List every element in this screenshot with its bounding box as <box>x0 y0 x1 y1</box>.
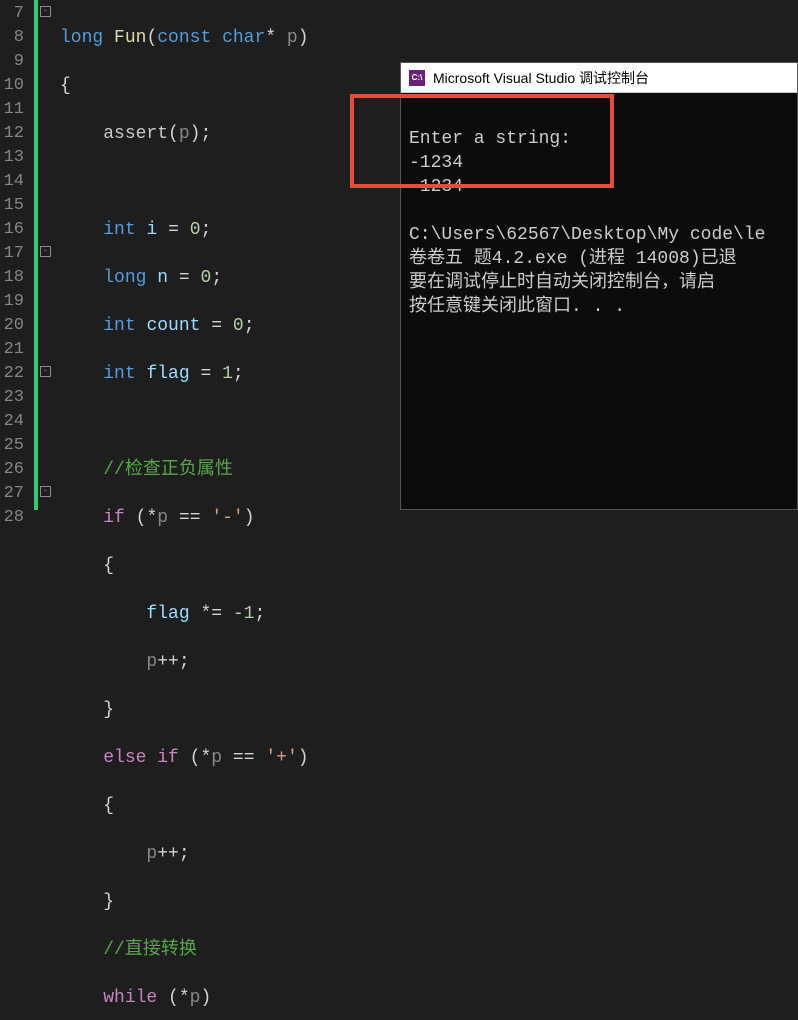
eqeq-op: == <box>179 508 201 528</box>
inc-op: ++; <box>157 844 189 864</box>
change-indicator-bar <box>34 0 38 510</box>
console-line: 卷卷五 题4.2.exe (进程 14008)已退 <box>409 249 737 269</box>
line-number: 13 <box>0 146 24 170</box>
line-number: 17 <box>0 242 24 266</box>
line-number: 24 <box>0 410 24 434</box>
int-keyword: int <box>103 364 135 384</box>
int-keyword: int <box>103 220 135 240</box>
line-number: 15 <box>0 194 24 218</box>
line-number: 20 <box>0 314 24 338</box>
open-brace: { <box>103 796 114 816</box>
line-number: 22 <box>0 362 24 386</box>
console-line: C:\Users\62567\Desktop\My code\le <box>409 225 765 245</box>
line-number: 21 <box>0 338 24 362</box>
line-number: 16 <box>0 218 24 242</box>
inc-op: ++; <box>157 652 189 672</box>
assign-op: = <box>211 316 222 336</box>
eqeq-op: == <box>233 748 255 768</box>
close-brace: } <box>103 700 114 720</box>
console-title: Microsoft Visual Studio 调试控制台 <box>433 68 649 88</box>
num-literal: 1 <box>222 364 233 384</box>
char-keyword: char <box>222 28 265 48</box>
var-p: p <box>211 748 222 768</box>
open-brace: { <box>103 556 114 576</box>
num-literal: -1 <box>233 604 255 624</box>
comment: //直接转换 <box>103 940 197 960</box>
var-n: n <box>157 268 168 288</box>
long-keyword: long <box>103 268 146 288</box>
star-op: * <box>265 28 276 48</box>
deref-op: * <box>179 988 190 1008</box>
int-keyword: int <box>103 316 135 336</box>
fold-toggle[interactable]: - <box>40 6 51 17</box>
line-number: 9 <box>0 50 24 74</box>
line-number: 12 <box>0 122 24 146</box>
debug-console-window[interactable]: C:\ Microsoft Visual Studio 调试控制台 Enter … <box>400 62 798 510</box>
line-number: 26 <box>0 458 24 482</box>
var-p: p <box>146 652 157 672</box>
var-flag: flag <box>146 364 189 384</box>
line-number: 10 <box>0 74 24 98</box>
line-number: 18 <box>0 266 24 290</box>
var-p: p <box>190 988 201 1008</box>
function-name: Fun <box>114 28 146 48</box>
code-editor[interactable]: long Fun(const char* p) { assert(p); int… <box>60 2 309 1020</box>
open-brace: { <box>60 76 71 96</box>
console-line: 按任意键关闭此窗口. . . <box>409 297 625 317</box>
num-literal: 0 <box>201 268 212 288</box>
line-number: 19 <box>0 290 24 314</box>
var-count: count <box>146 316 200 336</box>
if-keyword: if <box>157 748 179 768</box>
const-keyword: const <box>157 28 211 48</box>
var-p: p <box>146 844 157 864</box>
line-number: 14 <box>0 170 24 194</box>
line-number: 27 <box>0 482 24 506</box>
fold-column: - - - - <box>40 0 58 510</box>
line-number-gutter: 7891011121314151617181920212223242526272… <box>0 0 30 510</box>
line-number: 11 <box>0 98 24 122</box>
assert-call: assert <box>103 124 168 144</box>
char-literal: '-' <box>211 508 243 528</box>
muleq-op: *= <box>200 604 222 624</box>
while-keyword: while <box>103 988 157 1008</box>
console-titlebar[interactable]: C:\ Microsoft Visual Studio 调试控制台 <box>401 63 797 93</box>
num-literal: 0 <box>233 316 244 336</box>
line-number: 23 <box>0 386 24 410</box>
close-brace: } <box>103 892 114 912</box>
type-keyword: long <box>60 28 103 48</box>
else-keyword: else <box>103 748 146 768</box>
fold-toggle[interactable]: - <box>40 246 51 257</box>
var-p: p <box>157 508 168 528</box>
deref-op: * <box>200 748 211 768</box>
var-i: i <box>146 220 157 240</box>
console-line: -1234 <box>409 177 463 197</box>
line-number: 8 <box>0 26 24 50</box>
var-p: p <box>179 124 190 144</box>
fold-toggle[interactable]: - <box>40 486 51 497</box>
num-literal: 0 <box>190 220 201 240</box>
assign-op: = <box>200 364 211 384</box>
vs-icon: C:\ <box>409 70 425 86</box>
comment: //检查正负属性 <box>103 460 233 480</box>
line-number: 7 <box>0 2 24 26</box>
assign-op: = <box>168 220 179 240</box>
console-line: 要在调试停止时自动关闭控制台，请启 <box>409 273 715 293</box>
deref-op: * <box>146 508 157 528</box>
line-number: 25 <box>0 434 24 458</box>
fold-toggle[interactable]: - <box>40 366 51 377</box>
var-flag: flag <box>146 604 189 624</box>
console-line: Enter a string: <box>409 129 571 149</box>
param-p: p <box>287 28 298 48</box>
assign-op: = <box>179 268 190 288</box>
if-keyword: if <box>103 508 125 528</box>
console-output: Enter a string: -1234 -1234 C:\Users\625… <box>401 93 797 327</box>
char-literal: '+' <box>265 748 297 768</box>
console-line: -1234 <box>409 153 463 173</box>
